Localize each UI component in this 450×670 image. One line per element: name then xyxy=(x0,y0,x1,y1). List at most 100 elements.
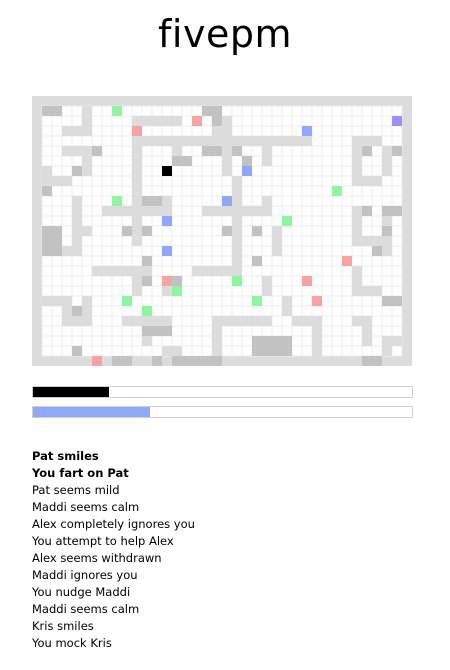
interior-wall xyxy=(132,146,142,176)
desk xyxy=(42,226,62,256)
player-avatar xyxy=(162,166,172,176)
interior-wall xyxy=(72,316,92,326)
desk xyxy=(142,326,172,336)
interior-wall xyxy=(382,146,392,176)
coworker-avatar xyxy=(132,126,142,136)
interior-wall xyxy=(262,196,272,216)
desk xyxy=(202,106,222,116)
interior-wall xyxy=(262,276,272,296)
interior-wall xyxy=(62,296,72,326)
desk xyxy=(142,196,162,206)
desk xyxy=(172,276,182,286)
log-entry: You mock Kris xyxy=(32,636,112,650)
desk xyxy=(382,296,402,306)
coworker-avatar xyxy=(242,166,252,176)
energy-bar-fill xyxy=(33,387,109,397)
desk xyxy=(382,226,392,236)
log-entry: Alex seems withdrawn xyxy=(32,551,162,565)
coworker-avatar xyxy=(162,276,172,286)
desk xyxy=(172,156,182,166)
coworker-avatar xyxy=(92,356,102,366)
desk xyxy=(72,346,82,356)
desk xyxy=(222,226,232,236)
interior-wall xyxy=(362,136,382,146)
log-entry: Maddi ignores you xyxy=(32,568,138,582)
coworker-avatar xyxy=(112,106,122,116)
desk xyxy=(172,356,222,366)
desk xyxy=(252,226,262,236)
interior-wall xyxy=(82,296,92,316)
game-title: fivepm xyxy=(158,12,292,56)
log-entry: Alex completely ignores you xyxy=(32,517,195,531)
desk xyxy=(212,116,222,126)
desk xyxy=(382,206,402,216)
desk xyxy=(392,146,402,156)
coworker-avatar xyxy=(252,296,262,306)
interior-wall xyxy=(72,226,92,236)
interior-wall xyxy=(352,176,382,186)
coworker-avatar xyxy=(162,216,172,226)
interior-wall xyxy=(382,336,402,346)
coworker-avatar xyxy=(192,116,202,126)
desk xyxy=(252,256,262,266)
coworker-avatar xyxy=(232,276,242,286)
desk xyxy=(112,356,132,366)
interior-wall xyxy=(222,146,232,176)
coworker-avatar xyxy=(392,116,402,126)
log-entry: Pat seems mild xyxy=(32,483,120,497)
desk xyxy=(362,146,372,156)
desk xyxy=(42,106,62,116)
interior-wall xyxy=(142,266,152,276)
interior-wall xyxy=(222,116,232,136)
desk xyxy=(72,166,82,176)
event-log: Pat smiles You fart on Pat Pat seems mil… xyxy=(32,448,432,652)
interior-wall xyxy=(352,236,382,246)
desk xyxy=(42,186,52,196)
interior-wall xyxy=(272,226,282,256)
office-grid[interactable] xyxy=(32,96,412,366)
desk xyxy=(142,256,152,266)
desk xyxy=(372,246,382,256)
coworker-avatar xyxy=(222,196,232,206)
interior-wall xyxy=(292,316,322,326)
interior-wall xyxy=(202,206,262,216)
desk xyxy=(202,146,222,156)
interior-wall xyxy=(362,316,372,346)
interior-wall xyxy=(162,196,172,216)
desk xyxy=(152,356,162,366)
coworker-avatar xyxy=(112,196,122,206)
coworker-avatar xyxy=(312,296,322,306)
interior-wall xyxy=(82,146,92,166)
interior-wall xyxy=(352,286,382,296)
interior-wall xyxy=(212,316,222,356)
log-entry: Maddi seems calm xyxy=(32,602,140,616)
desk xyxy=(362,356,382,366)
interior-wall xyxy=(262,146,272,166)
coworker-avatar xyxy=(342,256,352,266)
interior-wall xyxy=(132,136,312,146)
interior-wall xyxy=(132,116,182,126)
coworker-avatar xyxy=(302,126,312,136)
coworker-avatar xyxy=(282,216,292,226)
interior-wall xyxy=(132,276,142,296)
office-map[interactable] xyxy=(32,96,412,366)
desk xyxy=(182,156,192,166)
coworker-avatar xyxy=(332,186,342,196)
desk xyxy=(142,276,152,286)
desk xyxy=(232,146,242,156)
desk xyxy=(122,226,132,236)
interior-wall xyxy=(102,206,162,216)
interior-wall xyxy=(42,176,72,186)
desk xyxy=(252,336,292,356)
desk xyxy=(92,146,102,156)
desk xyxy=(362,206,372,216)
desk xyxy=(72,306,82,316)
desk xyxy=(242,156,252,166)
mood-bar xyxy=(32,406,413,418)
interior-wall xyxy=(162,346,182,356)
mood-bar-fill xyxy=(33,407,151,417)
interior-wall xyxy=(282,296,292,316)
energy-bar xyxy=(32,386,413,398)
coworker-avatar xyxy=(142,306,152,316)
log-entry: Pat smiles xyxy=(32,449,99,463)
